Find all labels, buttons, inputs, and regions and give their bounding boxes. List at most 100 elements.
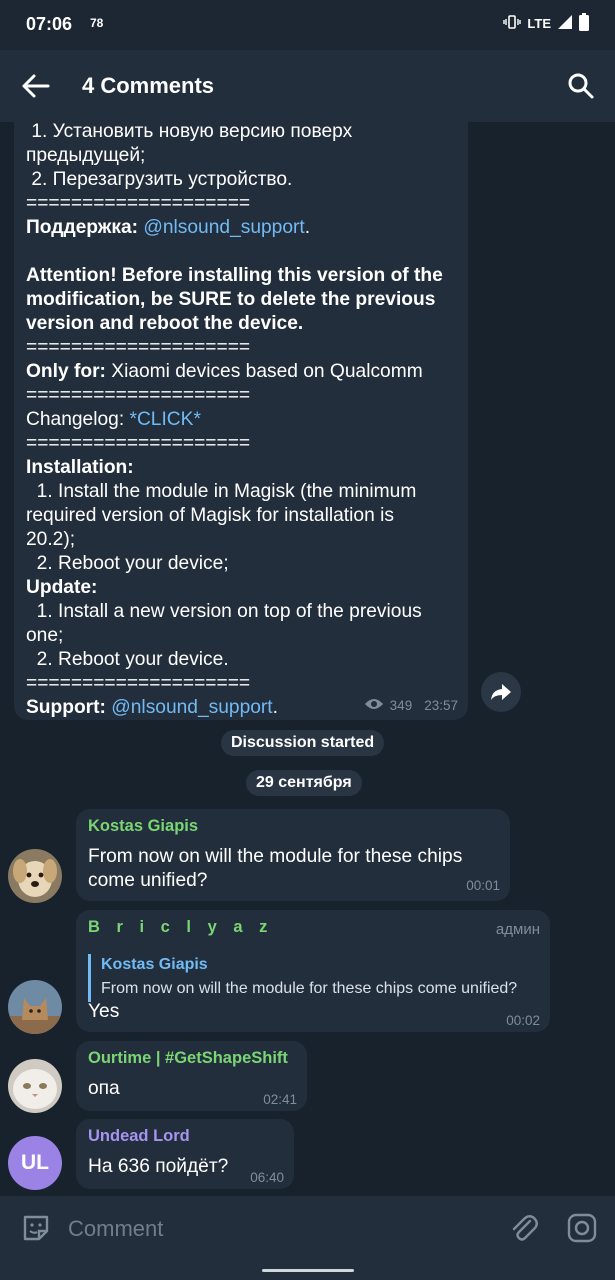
comment-text: From now on will the module for these ch… bbox=[88, 845, 462, 893]
channel-post[interactable]: 1. Установить новую версию поверх предыду… bbox=[14, 122, 468, 720]
post-text-segment: 1. Install a new version on top of the p… bbox=[26, 601, 422, 622]
discussion-started-label: Discussion started bbox=[221, 730, 385, 756]
reply-text: From now on will the module for these ch… bbox=[101, 980, 518, 997]
search-button[interactable] bbox=[565, 70, 597, 102]
status-icons: LTE bbox=[503, 13, 589, 34]
post-text-segment: ==================== bbox=[26, 673, 251, 694]
post-text-segment: 2. Перезагрузить устройство. bbox=[26, 169, 293, 190]
post-link[interactable]: @nlsound_support bbox=[111, 697, 272, 718]
post-text-segment: required version of Magisk for installat… bbox=[26, 505, 394, 526]
post-text-segment: предыдущей; bbox=[26, 145, 146, 166]
comment-time: 06:40 bbox=[250, 1170, 284, 1185]
post-text-line: 2. Reboot your device; bbox=[26, 552, 458, 576]
post-text-line: предыдущей; bbox=[26, 144, 458, 168]
attach-button[interactable] bbox=[508, 1212, 540, 1244]
share-arrow-icon bbox=[491, 684, 511, 700]
emoji-button[interactable] bbox=[20, 1212, 52, 1244]
reply-preview[interactable]: Kostas Giapis From now on will the modul… bbox=[88, 954, 540, 1002]
post-text-segment: . bbox=[304, 217, 311, 238]
comment-text-line: come unified? bbox=[88, 870, 208, 891]
views-count: 349 bbox=[389, 698, 413, 713]
post-text-line bbox=[26, 240, 458, 264]
post-text-line: required version of Magisk for installat… bbox=[26, 504, 458, 528]
vibrate-icon bbox=[503, 14, 522, 33]
camera-button[interactable] bbox=[566, 1212, 598, 1244]
post-text-line: 2. Перезагрузить устройство. bbox=[26, 168, 458, 192]
avatar[interactable] bbox=[8, 980, 62, 1034]
status-time: 07:06 bbox=[26, 14, 73, 34]
post-text-segment: Only for: bbox=[26, 361, 106, 382]
comment-sender[interactable]: Undead Lord bbox=[88, 1127, 190, 1146]
camera-icon bbox=[567, 1213, 597, 1243]
post-text-segment: ==================== bbox=[26, 385, 251, 406]
comment-bubble[interactable]: Ourtime | #GetShapeShift опа 02:41 bbox=[76, 1041, 307, 1111]
post-text-line: ==================== bbox=[26, 432, 458, 456]
avatar-initials[interactable]: UL bbox=[8, 1136, 62, 1190]
page-title: 4 Comments bbox=[82, 73, 215, 98]
post-meta: 349 23:57 bbox=[364, 697, 458, 714]
post-text-segment: 2. Reboot your device; bbox=[26, 553, 229, 574]
comment-input-bar bbox=[0, 1196, 615, 1260]
post-text-line: Only for: Xiaomi devices based on Qualco… bbox=[26, 360, 458, 384]
post-text-segment: Attention! Before installing this versio… bbox=[26, 265, 443, 286]
post-text-segment: modification, be SURE to delete the prev… bbox=[26, 289, 436, 310]
comment-sender[interactable]: B r i c l y a z bbox=[88, 918, 273, 937]
back-button[interactable] bbox=[20, 72, 52, 100]
post-text-segment: 20.2); bbox=[26, 529, 76, 550]
post-text-line: one; bbox=[26, 624, 458, 648]
post-text-segment: 2. Reboot your device. bbox=[26, 649, 229, 670]
comment-time: 00:02 bbox=[506, 1013, 540, 1028]
comment-text: опа bbox=[88, 1078, 120, 1099]
sticker-smile-icon bbox=[23, 1215, 49, 1241]
post-text-line: ==================== bbox=[26, 384, 458, 408]
post-text-line: ==================== bbox=[26, 336, 458, 360]
post-text-segment: Support: bbox=[26, 697, 106, 718]
post-text-segment: . bbox=[272, 697, 278, 718]
admin-badge: админ bbox=[495, 921, 540, 938]
post-text-segment: one; bbox=[26, 625, 64, 646]
post-text-line: version and reboot the device. bbox=[26, 312, 458, 336]
post-text-line: 1. Установить новую версию поверх bbox=[26, 122, 458, 144]
comment-sender[interactable]: Kostas Giapis bbox=[88, 817, 198, 836]
post-text-line: Installation: bbox=[26, 456, 458, 480]
post-time: 23:57 bbox=[424, 698, 458, 713]
post-text-line: Поддержка: @nlsound_support. bbox=[26, 216, 458, 240]
comment-text: Yes bbox=[88, 1001, 120, 1022]
back-arrow-icon bbox=[22, 74, 50, 98]
paperclip-icon bbox=[512, 1215, 538, 1241]
post-text-segment: Changelog: bbox=[26, 409, 130, 430]
post-text-segment: Xiaomi devices based on Qualcomm bbox=[105, 361, 423, 382]
battery-icon bbox=[579, 13, 589, 34]
comment-text-line: From now on will the module for these ch… bbox=[88, 846, 463, 867]
search-icon bbox=[568, 73, 594, 99]
post-text-segment: 1. Установить новую версию поверх bbox=[26, 122, 353, 142]
comment-bubble[interactable]: B r i c l y a z админ Kostas Giapis From… bbox=[76, 910, 550, 1032]
comment-bubble[interactable]: Kostas Giapis From now on will the modul… bbox=[76, 809, 510, 901]
post-text-line: 20.2); bbox=[26, 528, 458, 552]
chat-content[interactable]: 1. Установить новую версию поверх предыду… bbox=[0, 122, 615, 1196]
avatar[interactable] bbox=[8, 1059, 62, 1113]
avatar[interactable] bbox=[8, 849, 62, 903]
share-button[interactable] bbox=[481, 672, 521, 712]
status-bar: 07:06 78 LTE bbox=[0, 0, 615, 50]
post-text-line: ==================== bbox=[26, 672, 458, 696]
post-text-segment: Installation: bbox=[26, 457, 134, 478]
post-link[interactable]: @nlsound_support bbox=[143, 217, 304, 238]
comment-text: На 636 пойдёт? bbox=[88, 1156, 229, 1177]
comment-sender[interactable]: Ourtime | #GetShapeShift bbox=[88, 1049, 288, 1068]
post-text-line: Changelog: *CLICK* bbox=[26, 408, 458, 432]
home-indicator[interactable] bbox=[262, 1269, 354, 1272]
dog-avatar-icon bbox=[8, 849, 62, 903]
post-text-line: Attention! Before installing this versio… bbox=[26, 264, 458, 288]
post-text-segment: version and reboot the device. bbox=[26, 313, 304, 334]
views-icon bbox=[364, 697, 384, 714]
app-bar: 4 Comments bbox=[0, 50, 615, 122]
persian-cat-avatar-icon bbox=[8, 1059, 62, 1113]
comment-bubble[interactable]: Undead Lord На 636 пойдёт? 06:40 bbox=[76, 1119, 294, 1189]
post-link[interactable]: *CLICK* bbox=[129, 409, 200, 430]
date-label: 29 сентября bbox=[246, 770, 362, 796]
comment-input[interactable] bbox=[66, 1210, 490, 1248]
post-text: 1. Установить новую версию поверх предыду… bbox=[26, 122, 458, 720]
comment-time: 02:41 bbox=[263, 1092, 297, 1107]
post-text-segment: Update: bbox=[26, 577, 98, 598]
